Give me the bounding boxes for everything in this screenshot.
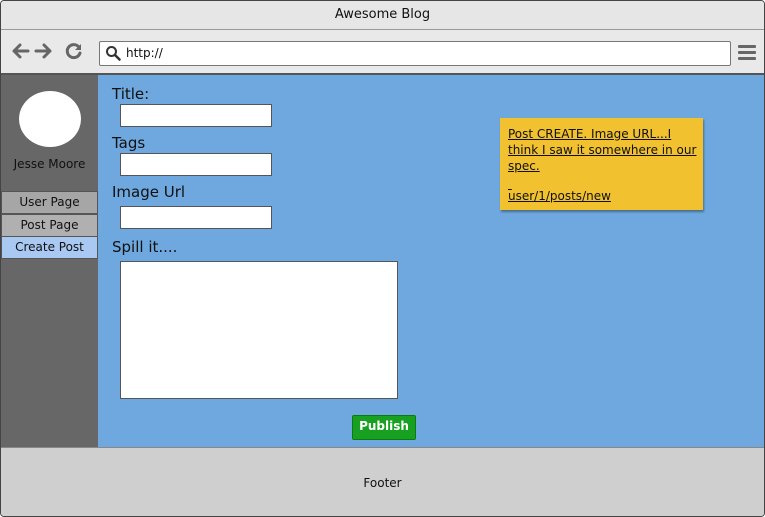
body-textarea[interactable] xyxy=(120,261,398,399)
search-icon xyxy=(105,45,121,61)
sidebar-item-post-page[interactable]: Post Page xyxy=(1,214,98,237)
sidebar-item-user-page[interactable]: User Page xyxy=(1,191,98,214)
browser-window: Awesome Blog http:// Jesse Moore User Pa… xyxy=(0,0,765,517)
address-bar[interactable] xyxy=(99,41,731,66)
url-input[interactable] xyxy=(126,44,721,61)
sidebar-item-create-post[interactable]: Create Post xyxy=(1,236,98,259)
avatar xyxy=(19,91,81,147)
footer: Footer xyxy=(1,447,764,516)
user-name: Jesse Moore xyxy=(13,157,86,171)
tags-field[interactable] xyxy=(120,153,272,176)
back-arrow-icon[interactable] xyxy=(10,40,30,62)
tags-label: Tags xyxy=(112,134,146,152)
body-label: Spill it.... xyxy=(112,238,178,256)
browser-toolbar xyxy=(1,30,764,75)
hamburger-menu-icon[interactable] xyxy=(738,45,756,61)
note-link[interactable]: user/1/posts/new xyxy=(508,188,611,204)
window-title: Awesome Blog xyxy=(1,1,764,30)
note-text: Post CREATE. Image URL...I think I saw i… xyxy=(508,127,697,173)
publish-button[interactable]: Publish xyxy=(352,415,416,440)
sidebar: Jesse Moore User Page Post Page Create P… xyxy=(1,75,98,447)
title-field[interactable] xyxy=(120,104,272,127)
note-spacer xyxy=(508,176,512,186)
image-url-label: Image Url xyxy=(112,183,186,201)
sticky-note: Post CREATE. Image URL...I think I saw i… xyxy=(500,118,703,210)
reload-icon[interactable] xyxy=(64,40,84,62)
create-post-form: Title: Tags Image Url Spill it.... Publi… xyxy=(98,75,764,447)
image-url-field[interactable] xyxy=(120,206,272,229)
title-label: Title: xyxy=(112,85,150,103)
forward-arrow-icon[interactable] xyxy=(34,40,54,62)
